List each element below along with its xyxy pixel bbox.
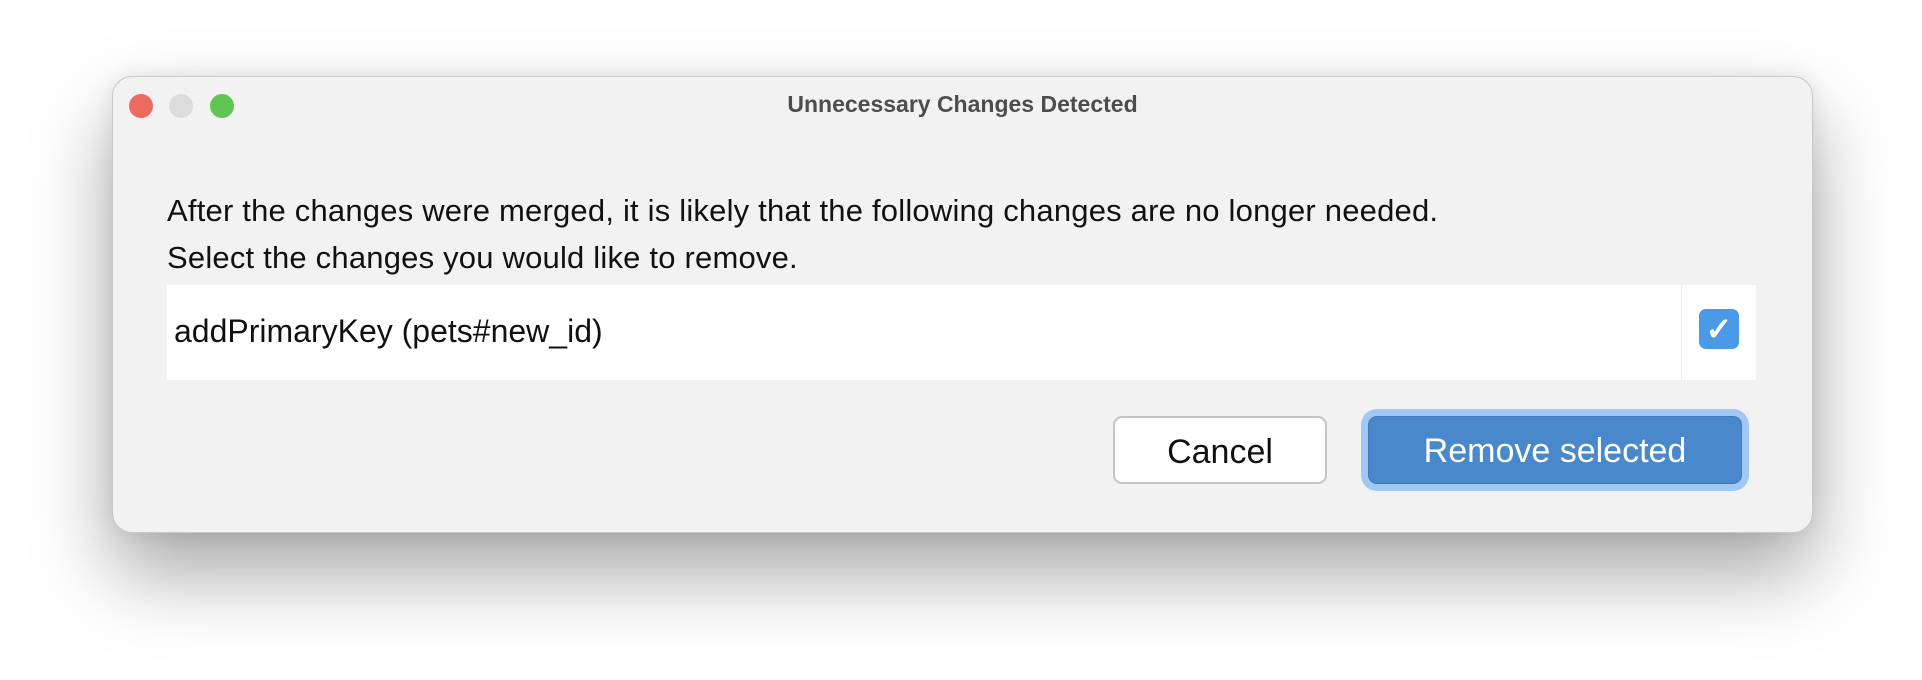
change-checkbox[interactable]: ✓ [1699,309,1739,349]
change-label: addPrimaryKey (pets#new_id) [174,313,603,349]
window-title: Unnecessary Changes Detected [787,91,1138,117]
remove-selected-button[interactable]: Remove selected [1368,416,1742,484]
dialog-window: Unnecessary Changes Detected After the c… [112,76,1813,533]
cancel-button[interactable]: Cancel [1113,416,1327,484]
message-line-1: After the changes were merged, it is lik… [167,193,1439,228]
message-line-2: Select the changes you would like to rem… [167,240,798,275]
column-divider [1681,285,1682,380]
dialog-message: After the changes were merged, it is lik… [167,187,1438,281]
changes-list: addPrimaryKey (pets#new_id) ✓ [167,285,1756,380]
checkmark-icon: ✓ [1705,311,1733,347]
